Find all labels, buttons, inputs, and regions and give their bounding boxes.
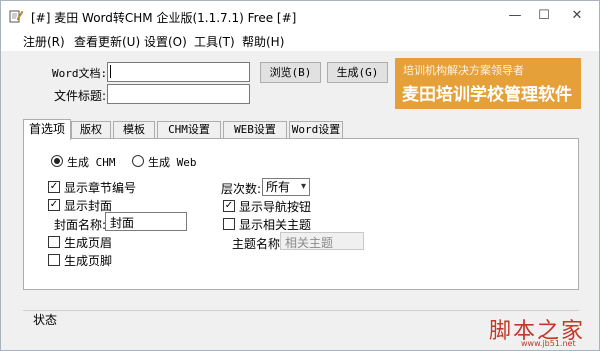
checkbox-generate-header[interactable] [48, 236, 60, 248]
checkbox-show-chapter-numbers[interactable]: ✓ [48, 181, 60, 193]
tab-chm-settings[interactable]: CHM设置 [157, 121, 221, 139]
cover-name-label: 封面名称: [54, 218, 107, 232]
word-doc-input[interactable] [107, 62, 250, 82]
show-related-topics-label: 显示相关主题 [239, 218, 312, 232]
checkbox-generate-footer[interactable] [48, 254, 60, 266]
menu-settings[interactable]: 设置(O) [144, 33, 187, 50]
chevron-down-icon: ▾ [300, 181, 306, 192]
levels-label: 层次数: [221, 182, 262, 196]
menu-check-updates[interactable]: 查看更新(U) [74, 33, 140, 50]
tab-web-settings[interactable]: WEB设置 [223, 121, 287, 139]
radio-generate-chm-label: 生成 CHM [67, 156, 116, 169]
checkbox-show-cover[interactable]: ✓ [48, 199, 60, 211]
generate-footer-label: 生成页脚 [64, 254, 113, 268]
menu-register[interactable]: 注册(R) [23, 33, 65, 50]
checkbox-show-related-topics[interactable] [223, 218, 235, 230]
close-button[interactable]: ✕ [563, 5, 591, 27]
word-doc-label: Word文档: [52, 67, 108, 80]
topic-name-input[interactable]: 相关主题 [280, 232, 364, 250]
menu-help[interactable]: 帮助(H) [242, 33, 284, 50]
file-title-label: 文件标题: [54, 89, 107, 103]
show-nav-buttons-label: 显示导航按钮 [239, 200, 312, 214]
app-window: [#] 麦田 Word转CHM 企业版(1.1.7.1) Free [#] — … [0, 0, 600, 351]
browse-button[interactable]: 浏览(B) [260, 62, 321, 83]
minimize-button[interactable]: — [501, 5, 529, 27]
status-label: 状态 [31, 311, 60, 328]
levels-select-value: 所有 [266, 180, 291, 194]
generate-button[interactable]: 生成(G) [327, 62, 388, 83]
levels-select[interactable]: 所有 ▾ [262, 178, 310, 196]
topic-name-label: 主题名称: [232, 237, 285, 251]
menu-bar: 注册(R) 查看更新(U) 设置(O) 工具(T) 帮助(H) [1, 31, 599, 51]
watermark-url: www.jb51.net [521, 339, 576, 348]
cover-name-input[interactable]: 封面 [105, 212, 187, 231]
ad-banner[interactable]: 培训机构解决方案领导者 麦田培训学校管理软件 [395, 58, 581, 109]
banner-product-name: 麦田培训学校管理软件 [402, 85, 572, 105]
menu-tools[interactable]: 工具(T) [194, 33, 235, 50]
radio-generate-chm[interactable] [51, 155, 63, 167]
window-title: [#] 麦田 Word转CHM 企业版(1.1.7.1) Free [#] [31, 11, 297, 25]
file-title-input[interactable] [107, 84, 250, 104]
title-bar[interactable]: [#] 麦田 Word转CHM 企业版(1.1.7.1) Free [#] — … [1, 1, 599, 31]
checkbox-show-nav-buttons[interactable]: ✓ [223, 200, 235, 212]
tab-copyright[interactable]: 版权 [71, 121, 111, 139]
generate-header-label: 生成页眉 [64, 236, 113, 250]
banner-tagline: 培训机构解决方案领导者 [403, 64, 524, 77]
show-chapter-numbers-label: 显示章节编号 [64, 181, 137, 195]
tab-preferences[interactable]: 首选项 [23, 119, 71, 140]
text-cursor [110, 65, 111, 78]
radio-generate-web[interactable] [132, 155, 144, 167]
app-icon [9, 10, 23, 23]
preferences-panel: 生成 CHM 生成 Web ✓ 显示章节编号 ✓ 显示封面 封面名称: 封面 生… [23, 138, 579, 290]
tab-template[interactable]: 模板 [113, 121, 155, 139]
tab-word-settings[interactable]: Word设置 [289, 121, 343, 139]
maximize-button[interactable]: ☐ [530, 5, 558, 27]
radio-generate-web-label: 生成 Web [148, 156, 197, 169]
